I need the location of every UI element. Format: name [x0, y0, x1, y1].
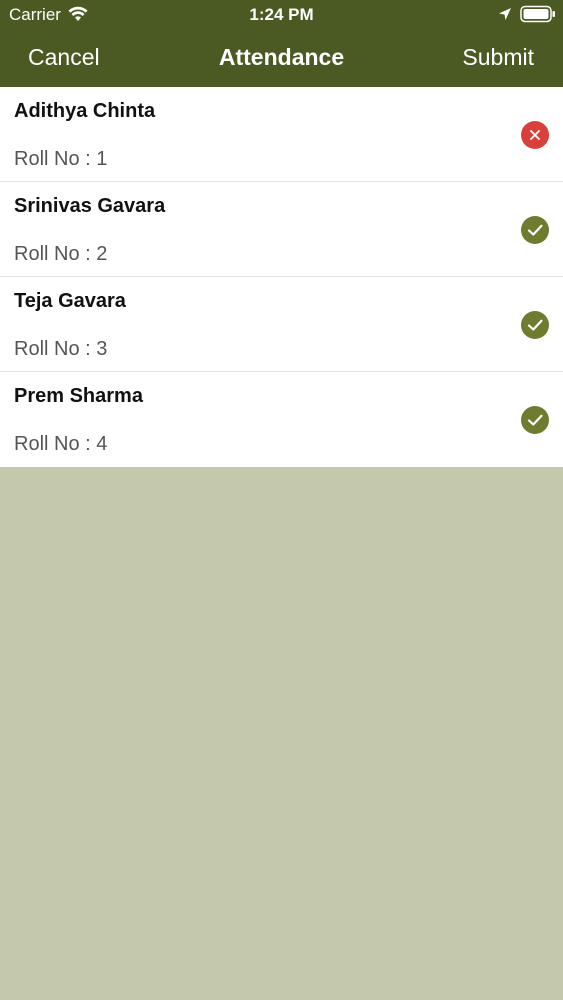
submit-button[interactable]: Submit — [462, 44, 534, 71]
location-arrow-icon — [498, 7, 512, 21]
student-row[interactable]: Srinivas Gavara Roll No : 2 — [0, 182, 563, 277]
student-name: Teja Gavara — [14, 290, 126, 312]
student-row[interactable]: Adithya Chinta Roll No : 1 — [0, 87, 563, 182]
student-name: Prem Sharma — [14, 385, 143, 407]
navigation-bar: Cancel Attendance Submit — [0, 30, 563, 87]
student-name: Srinivas Gavara — [14, 195, 166, 217]
roll-number: Roll No : 1 — [14, 148, 108, 170]
roll-number: Roll No : 3 — [14, 338, 108, 360]
status-bar: Carrier 1:24 PM — [0, 0, 563, 30]
student-row[interactable]: Teja Gavara Roll No : 3 — [0, 277, 563, 372]
close-icon[interactable] — [521, 121, 549, 149]
battery-icon — [520, 5, 556, 23]
check-icon[interactable] — [521, 216, 549, 244]
student-list: Adithya Chinta Roll No : 1 Srinivas Gava… — [0, 87, 563, 467]
roll-number: Roll No : 2 — [14, 243, 108, 265]
student-name: Adithya Chinta — [14, 100, 156, 122]
clock: 1:24 PM — [249, 5, 314, 24]
check-icon[interactable] — [521, 406, 549, 434]
student-row[interactable]: Prem Sharma Roll No : 4 — [0, 372, 563, 467]
roll-number: Roll No : 4 — [14, 433, 108, 455]
top-bar: Carrier 1:24 PM Cancel Attendance Submit — [0, 0, 563, 87]
check-icon[interactable] — [521, 311, 549, 339]
